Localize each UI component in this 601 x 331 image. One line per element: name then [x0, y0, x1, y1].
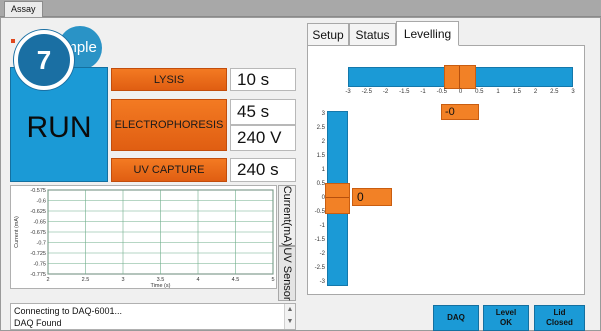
top-tab-strip: [0, 0, 601, 17]
status-dot: [11, 39, 15, 43]
current-chart: -0.575 -0.6 -0.625 -0.65 -0.675 -0.7 -0.725 -0.…: [10, 185, 277, 289]
horizontal-scale-tick: -1.5: [399, 89, 410, 95]
y-tick-label: -0.65: [33, 220, 46, 226]
vertical-scale-tick: -0.5: [314, 209, 325, 215]
level-status-button[interactable]: Level OK: [483, 305, 529, 331]
horizontal-scale-tick: 0.5: [475, 89, 484, 95]
vertical-level-readout: 0: [352, 188, 392, 206]
scroll-down-icon[interactable]: ▼: [285, 316, 295, 328]
log-line: Connecting to DAQ-6001...: [14, 306, 123, 316]
lid-status-button[interactable]: Lid Closed: [534, 305, 585, 331]
uv-capture-duration-field[interactable]: 240 s: [230, 158, 296, 182]
y-tick-label: -0.675: [30, 230, 46, 236]
x-tick-label: 4: [196, 277, 199, 283]
lysis-label: LYSIS: [111, 68, 227, 91]
tab-levelling[interactable]: Levelling: [396, 21, 459, 46]
daq-status-button[interactable]: DAQ: [433, 305, 479, 331]
horizontal-scale-tick: 1.5: [512, 89, 521, 95]
vertical-scale-tick: -3: [319, 279, 325, 285]
horizontal-scale-tick: -3: [345, 89, 351, 95]
vertical-scale-tick: -2: [319, 251, 325, 257]
vertical-scale-tick: 0: [321, 195, 325, 201]
horizontal-scale-tick: -2: [382, 89, 389, 95]
lysis-duration-field[interactable]: 10 s: [230, 68, 296, 91]
horizontal-scale-tick: -2.5: [361, 89, 372, 95]
vertical-scale-tick: 2.5: [316, 125, 325, 131]
uv-capture-label: UV CAPTURE: [111, 158, 227, 182]
horizontal-level-marker: [444, 65, 476, 89]
y-axis-label: Current (mA): [14, 216, 20, 248]
x-tick-label: 2: [46, 277, 49, 283]
scroll-up-icon[interactable]: ▲: [285, 304, 295, 316]
horizontal-scale-tick: 2.5: [550, 89, 559, 95]
step-number-badge: 7: [14, 30, 74, 90]
tab-assay[interactable]: Assay: [4, 1, 43, 17]
vertical-scale-tick: 1: [321, 167, 325, 173]
horizontal-level-readout: -0: [441, 104, 479, 120]
horizontal-scale-tick: -1: [420, 89, 426, 95]
x-tick-label: 3: [121, 277, 124, 283]
y-tick-label: -0.6: [37, 199, 46, 205]
horizontal-level-center-line: [459, 66, 460, 88]
x-axis-label: Time (s): [151, 283, 171, 288]
vertical-scale-tick: 3: [321, 111, 325, 117]
horizontal-scale-tick: 3: [571, 89, 575, 95]
x-tick-label: 4.5: [232, 277, 240, 283]
electrophoresis-time-field[interactable]: 45 s: [230, 99, 296, 125]
y-tick-label: -0.7: [37, 241, 46, 247]
current-chart-plot: -0.575 -0.6 -0.625 -0.65 -0.675 -0.7 -0.725 -0.…: [14, 188, 275, 289]
y-tick-label: -0.625: [30, 209, 46, 215]
vertical-scale-tick: 2: [321, 139, 325, 145]
vertical-level-marker: [325, 183, 350, 214]
y-tick-label: -0.575: [30, 188, 46, 194]
tab-uv-sensor[interactable]: UV Sensor: [278, 246, 296, 301]
tab-current[interactable]: Current(mA): [278, 185, 296, 246]
y-tick-label: -0.775: [30, 272, 46, 278]
vertical-level-center-line: [326, 197, 349, 198]
message-log: Connecting to DAQ-6001... DAQ Found: [10, 303, 296, 330]
y-tick-label: -0.725: [30, 251, 46, 257]
vertical-scale-tick: -1: [319, 223, 325, 229]
vertical-scale-tick: 0.5: [316, 181, 325, 187]
electrophoresis-label: ELECTROPHORESIS: [111, 99, 227, 151]
log-scrollbar[interactable]: ▲ ▼: [284, 304, 295, 329]
tab-status[interactable]: Status: [349, 23, 396, 45]
x-tick-label: 2.5: [82, 277, 90, 283]
vertical-scale-tick: 1.5: [316, 153, 325, 159]
tab-setup[interactable]: Setup: [307, 23, 349, 45]
horizontal-scale-tick: 0: [458, 89, 463, 95]
vertical-scale-tick: -2.5: [314, 265, 325, 271]
vertical-scale-tick: -1.5: [314, 237, 325, 243]
horizontal-scale-tick: -0.5: [436, 89, 447, 95]
electrophoresis-voltage-field[interactable]: 240 V: [230, 125, 296, 151]
x-tick-label: 5: [271, 277, 274, 283]
y-tick-label: -0.75: [33, 262, 46, 268]
horizontal-scale-tick: 1: [496, 89, 500, 95]
horizontal-scale-tick: 2: [533, 89, 538, 95]
log-line: DAQ Found: [14, 318, 62, 328]
